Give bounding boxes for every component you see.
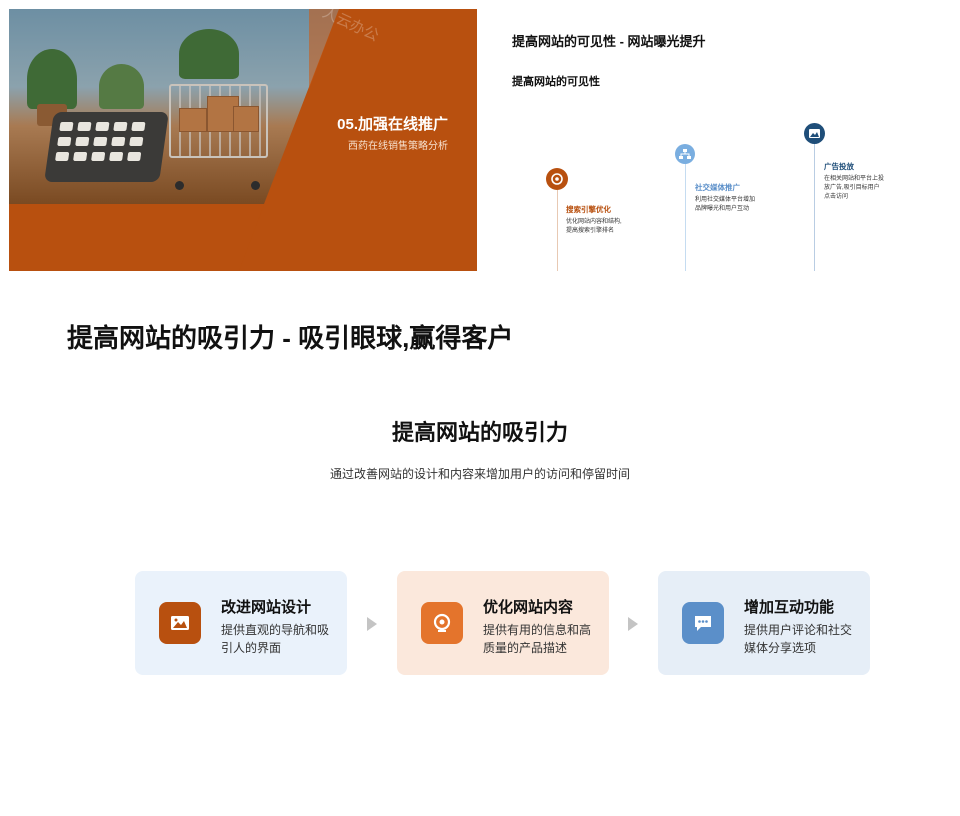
- timeline-desc: 优化网站内容和结构, 提高搜索引擎排名: [566, 219, 622, 234]
- target-icon: [551, 173, 563, 185]
- section-title: 提高网站的吸引力: [391, 420, 568, 445]
- card-description: 提供用户评论和社交媒体分享选项: [744, 623, 853, 655]
- timeline-heading: 广告投放: [824, 162, 854, 171]
- card-icon-box: [682, 602, 724, 644]
- image-icon: [171, 616, 189, 630]
- timeline-line: [814, 144, 815, 271]
- chevron-right-icon: [628, 617, 638, 631]
- slide-title: 提高网站的可见性 - 网站曝光提升: [512, 34, 706, 49]
- slide-thumbnail-promotion[interactable]: 人云办公 05.加强在线推广 西药在线销售策略分析: [9, 9, 477, 271]
- timeline-node: [546, 168, 568, 190]
- card-icon-box: [159, 602, 201, 644]
- feature-card-design[interactable]: 改进网站设计 提供直观的导航和吸引人的界面: [135, 571, 347, 675]
- slide-title: 05.加强在线推广: [337, 116, 448, 133]
- slide-thumbnail-visibility[interactable]: 提高网站的可见性 - 网站曝光提升 提高网站的可见性 搜索引擎优化 优化网站内容…: [483, 9, 960, 271]
- slide-subtitle: 提高网站的可见性: [512, 76, 600, 88]
- timeline-desc: 在相关网站和平台上投 放广告,吸引目标用户 点击访问: [824, 176, 885, 200]
- timeline-heading: 社交媒体推广: [695, 183, 740, 192]
- timeline-line: [557, 190, 558, 271]
- chat-icon: [695, 616, 711, 631]
- chevron-right-icon: [367, 617, 377, 631]
- feature-card-content[interactable]: 优化网站内容 提供有用的信息和高质量的产品描述: [397, 571, 609, 675]
- timeline-line: [685, 164, 686, 271]
- card-title: 改进网站设计: [221, 599, 312, 616]
- timeline-node: [804, 123, 825, 144]
- timeline-heading: 搜索引擎优化: [566, 205, 611, 214]
- card-title: 优化网站内容: [483, 599, 574, 616]
- slide-subtitle: 西药在线销售策略分析: [348, 141, 448, 152]
- card-icon-box: [421, 602, 463, 644]
- image-icon: [809, 129, 820, 138]
- section-subtitle: 通过改善网站的设计和内容来增加用户的访问和停留时间: [329, 467, 630, 481]
- target-icon: [433, 613, 451, 632]
- network-icon: [679, 149, 691, 159]
- timeline-desc: 利用社交媒体平台增加 品牌曝光和用户互动: [695, 197, 756, 212]
- timeline-node: [675, 144, 695, 164]
- card-title: 增加互动功能: [744, 599, 835, 616]
- card-description: 提供直观的导航和吸引人的界面: [221, 623, 330, 655]
- feature-card-interaction[interactable]: 增加互动功能 提供用户评论和社交媒体分享选项: [658, 571, 870, 675]
- card-description: 提供有用的信息和高质量的产品描述: [483, 623, 592, 655]
- slide-heading: 提高网站的吸引力 - 吸引眼球,赢得客户: [67, 323, 514, 353]
